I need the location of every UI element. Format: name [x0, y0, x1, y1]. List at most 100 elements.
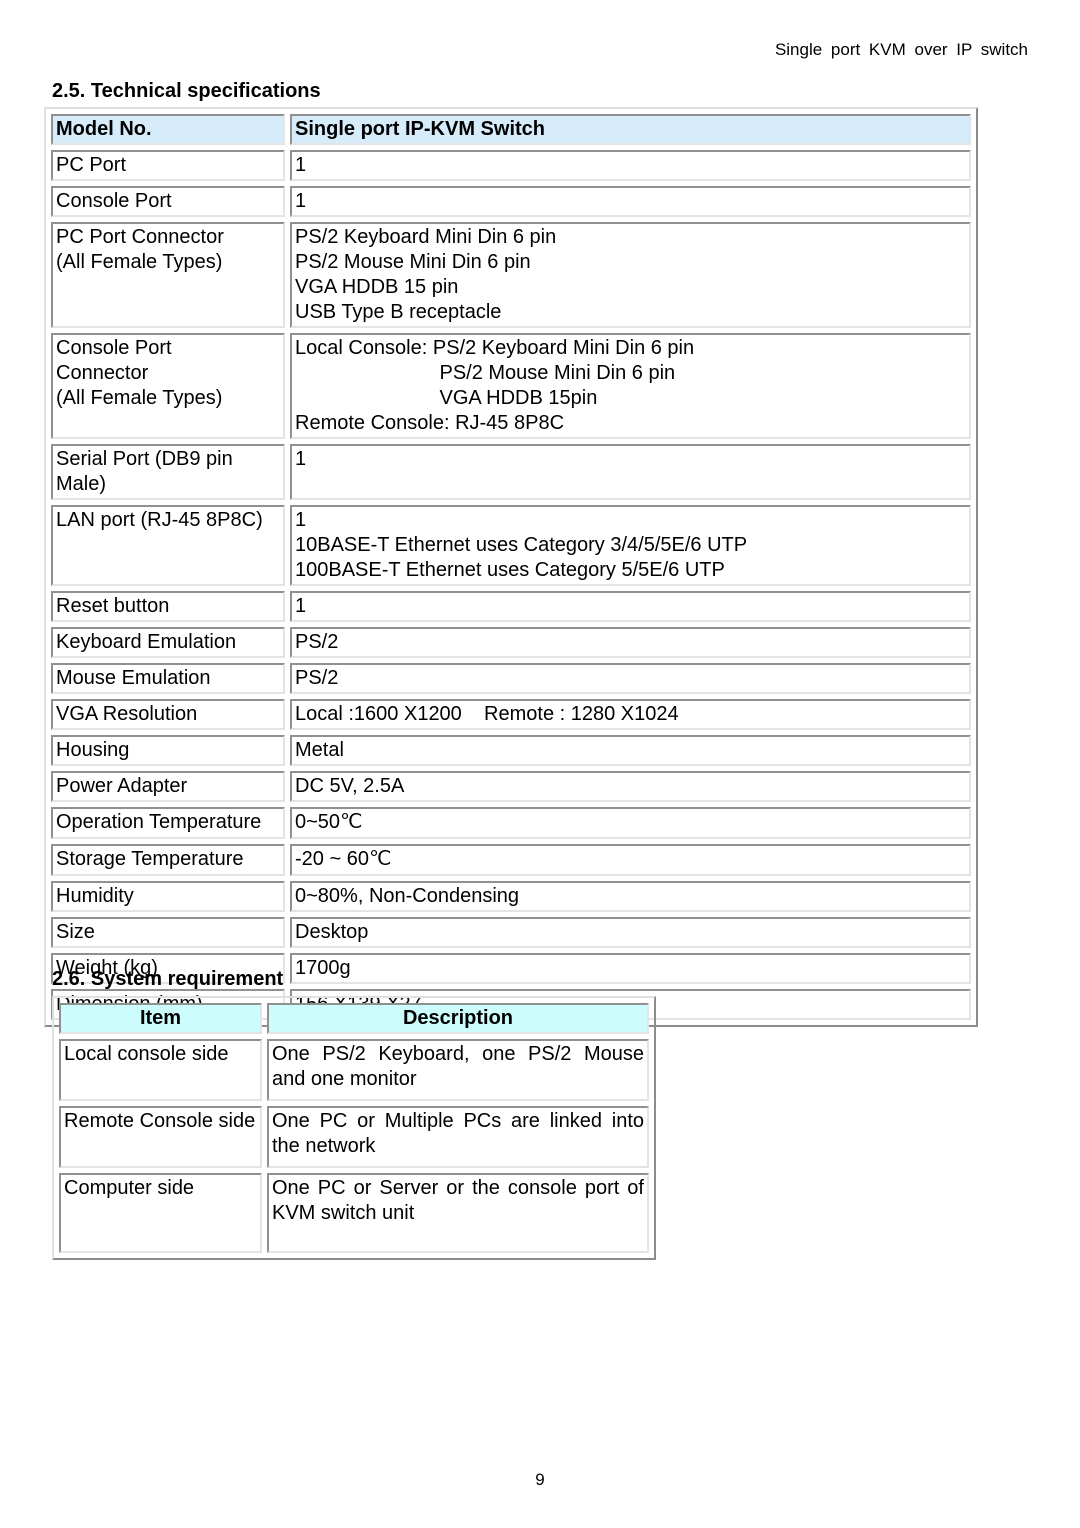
row-value-cell: DC 5V, 2.5A [290, 771, 971, 802]
row-value-cell: 1700g [290, 953, 971, 984]
cell-text: USB Type B receptacle [295, 301, 502, 323]
header-cell: Model No. [51, 114, 285, 145]
cell-text: 1 [295, 448, 307, 470]
page-number: 9 [535, 1470, 545, 1489]
cell-text: Console Port [56, 337, 172, 359]
cell-text: Mouse Emulation [56, 667, 211, 689]
row-label-cell: Remote Console side [59, 1106, 262, 1168]
row-value-cell: Local :1600 X1200 Remote : 1280 X1024 [290, 699, 971, 730]
cell-text: LAN port (RJ-45 8P8C) [56, 509, 263, 531]
cell-text: Metal [295, 739, 344, 761]
header-cell: Single port IP-KVM Switch [290, 114, 971, 145]
row-value-cell: Local Console: PS/2 Keyboard Mini Din 6 … [290, 333, 971, 439]
table-row: Keyboard Emulation PS/2 [51, 627, 971, 658]
row-value-cell: 1 [290, 150, 971, 181]
row-label-cell: Power Adapter [51, 771, 285, 802]
cell-text: Connector [56, 362, 149, 384]
cell-text: Console Port [56, 190, 172, 212]
table-row: Storage Temperature -20 ~ 60℃ [51, 844, 971, 876]
cell-text: DC 5V, 2.5A [295, 775, 405, 797]
table-row: Serial Port (DB9 pin Male) 1 [51, 444, 971, 500]
cell-text: Local :1600 X1200 Remote : 1280 X1024 [295, 703, 679, 725]
table-row: PC Port 1 [51, 150, 971, 181]
row-label-cell: LAN port (RJ-45 8P8C) [51, 505, 285, 586]
cell-text: Remote Console side [64, 1110, 256, 1132]
table-row: Console Port 1 [51, 186, 971, 217]
row-value-cell: 0~50℃ [290, 807, 971, 839]
row-label-cell: Local console side [59, 1039, 262, 1101]
row-label-cell: Keyboard Emulation [51, 627, 285, 658]
row-value-cell: 1 10BASE-T Ethernet uses Category 3/4/5/5… [290, 505, 971, 586]
table-header-row: Model No. Single port IP-KVM Switch [51, 114, 971, 145]
row-label-cell: Reset button [51, 591, 285, 622]
cell-text: Computer side [64, 1177, 195, 1199]
cell-text: 0~50℃ [295, 811, 363, 833]
table-row: PC Port Connector (All Female Types) PS/2 … [51, 222, 971, 328]
cell-text: Humidity [56, 885, 134, 907]
row-label-cell: Mouse Emulation [51, 663, 285, 694]
cell-text: One PS/2 Keyboard, one PS/2 Mouse and on… [272, 1043, 644, 1090]
table-row: Humidity 0~80%, Non-Condensing [51, 881, 971, 912]
cell-text: Keyboard Emulation [56, 631, 237, 653]
row-value-cell: PS/2 [290, 663, 971, 694]
table-row: Remote Console side One PC or Multiple PC… [59, 1106, 649, 1168]
cell-text: PS/2 Keyboard Mini Din 6 pin [295, 226, 557, 248]
row-label-cell: Serial Port (DB9 pin Male) [51, 444, 285, 500]
system-requirement-table: Item Description Local console side One PS/… [52, 996, 656, 1260]
table-row: VGA Resolution Local :1600 X1200 Remote :… [51, 699, 971, 730]
table-row: Console Port Connector (All Female Types) L… [51, 333, 971, 439]
cell-text: One PC or Multiple PCs are linked into t… [272, 1110, 644, 1157]
row-value-cell: Metal [290, 735, 971, 766]
section-heading-system-requirement: 2.6. System requirement [52, 968, 284, 990]
cell-text: Local Console: PS/2 Keyboard Mini Din 6 … [295, 337, 695, 359]
row-value-cell: One PS/2 Keyboard, one PS/2 Mouse and on… [267, 1039, 649, 1101]
row-value-cell: Desktop [290, 917, 971, 948]
cell-text: Local console side [64, 1043, 229, 1065]
cell-text: PS/2 [295, 667, 339, 689]
row-value-cell: PS/2 Keyboard Mini Din 6 pin PS/2 Mouse M… [290, 222, 971, 328]
cell-text: Size [56, 921, 95, 943]
section-heading-tech-specs: 2.5. Technical specifications [52, 80, 321, 102]
table-row: Housing Metal [51, 735, 971, 766]
row-label-cell: Housing [51, 735, 285, 766]
row-value-cell: 1 [290, 444, 971, 500]
table-row: Local console side One PS/2 Keyboard, one… [59, 1039, 649, 1101]
document-page: Single port KVM over IP switch 2.5. Tech… [0, 0, 1080, 1528]
cell-text: 100BASE-T Ethernet uses Category 5/5E/6 … [295, 559, 725, 581]
cell-text: 1 [295, 595, 307, 617]
cell-text: 1 [295, 509, 307, 531]
cell-text: 1 [295, 154, 307, 176]
cell-text: 10BASE-T Ethernet uses Category 3/4/5/5E… [295, 534, 748, 556]
cell-text: 1 [295, 190, 307, 212]
row-label-cell: Console Port [51, 186, 285, 217]
row-label-cell: Storage Temperature [51, 844, 285, 876]
cell-text: 1700g [295, 957, 351, 979]
row-label-cell: Humidity [51, 881, 285, 912]
cell-text: (All Female Types) [56, 387, 223, 409]
cell-text: PS/2 [295, 631, 339, 653]
cell-text: -20 ~ 60℃ [295, 848, 392, 870]
row-label-cell: Console Port Connector (All Female Types) [51, 333, 285, 439]
cell-text: One PC or Server or the console port of … [272, 1177, 644, 1224]
row-value-cell: 1 [290, 591, 971, 622]
table-header-row: Item Description [59, 1003, 649, 1034]
cell-text: VGA HDDB 15pin [295, 387, 598, 409]
cell-text: VGA Resolution [56, 703, 198, 725]
row-label-cell: Operation Temperature [51, 807, 285, 839]
cell-text: Male) [56, 473, 107, 495]
row-label-cell: Size [51, 917, 285, 948]
cell-text: PC Port Connector [56, 226, 224, 248]
table-row: Operation Temperature 0~50℃ [51, 807, 971, 839]
table-row: Power Adapter DC 5V, 2.5A [51, 771, 971, 802]
row-label-cell: PC Port Connector (All Female Types) [51, 222, 285, 328]
cell-text: (All Female Types) [56, 251, 223, 273]
cell-text: Reset button [56, 595, 170, 617]
cell-text: PC Port [56, 154, 127, 176]
row-value-cell: 0~80%, Non-Condensing [290, 881, 971, 912]
table-row: Size Desktop [51, 917, 971, 948]
row-value-cell: PS/2 [290, 627, 971, 658]
cell-text: Operation Temperature [56, 811, 262, 833]
cell-text: Serial Port (DB9 pin [56, 448, 233, 470]
running-header: Single port KVM over IP switch [774, 40, 1028, 59]
header-cell: Description [267, 1003, 649, 1034]
